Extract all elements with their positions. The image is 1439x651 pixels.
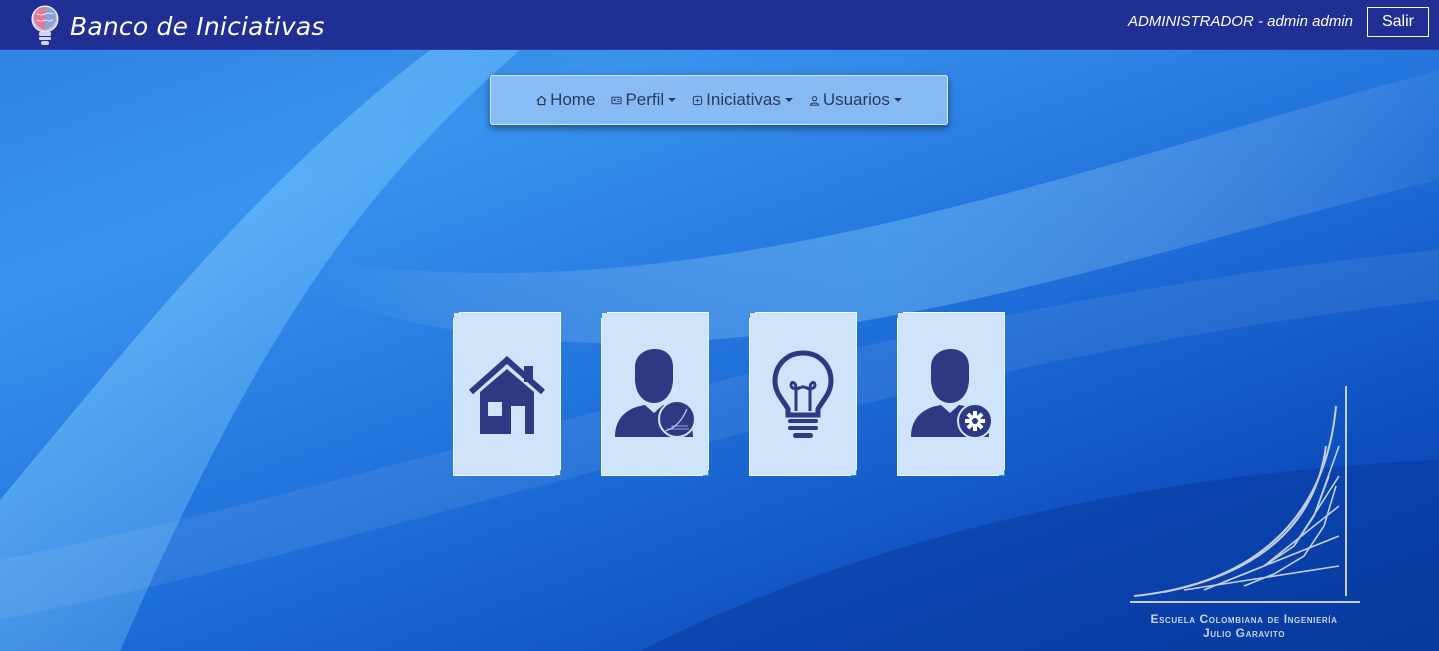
- nav-item-label: Iniciativas: [706, 90, 781, 109]
- home-icon: [536, 95, 547, 105]
- university-name-line2: Julio Garavito: [1202, 626, 1286, 640]
- user-profile-icon: [615, 349, 696, 438]
- nav-item-iniciativas[interactable]: Iniciativas: [692, 90, 793, 110]
- app-title: Banco de Iniciativas: [70, 11, 325, 41]
- house-icon: [469, 355, 545, 434]
- nav-item-label: Home: [550, 90, 596, 109]
- lightbulb-icon: [772, 350, 834, 438]
- university-logo-icon: [1130, 386, 1360, 603]
- nav-item-usuarios[interactable]: Usuarios: [809, 90, 902, 110]
- tile-users[interactable]: [897, 312, 1005, 476]
- profile-card-icon: [611, 96, 623, 104]
- nav-item-home[interactable]: Home: [536, 90, 595, 110]
- chevron-down-icon: [668, 98, 677, 102]
- chevron-down-icon: [893, 98, 902, 102]
- user-icon: [809, 95, 820, 106]
- tile-profile[interactable]: [601, 312, 709, 476]
- university-name-line1: Escuela Colombiana de Ingeniería: [1150, 612, 1338, 626]
- nav-item-label: Perfil: [625, 90, 665, 109]
- brain-lightbulb-logo-icon: [31, 5, 59, 45]
- logout-button[interactable]: Salir: [1367, 7, 1429, 37]
- brand[interactable]: Banco de Iniciativas: [28, 4, 325, 48]
- tile-home[interactable]: [453, 312, 561, 476]
- initiatives-icon: [693, 95, 703, 105]
- user-settings-icon: [911, 349, 993, 439]
- current-user-label: ADMINISTRADOR - admin admin: [1127, 13, 1353, 30]
- header-bar: Banco de Iniciativas ADMINISTRADOR - adm…: [0, 0, 1439, 50]
- nav-item-label: Usuarios: [822, 90, 890, 109]
- main-nav: Home Perfil Iniciativas Usuarios: [490, 75, 948, 125]
- chevron-down-icon: [784, 98, 793, 102]
- tile-initiatives[interactable]: [749, 312, 857, 476]
- nav-item-perfil[interactable]: Perfil: [611, 90, 677, 110]
